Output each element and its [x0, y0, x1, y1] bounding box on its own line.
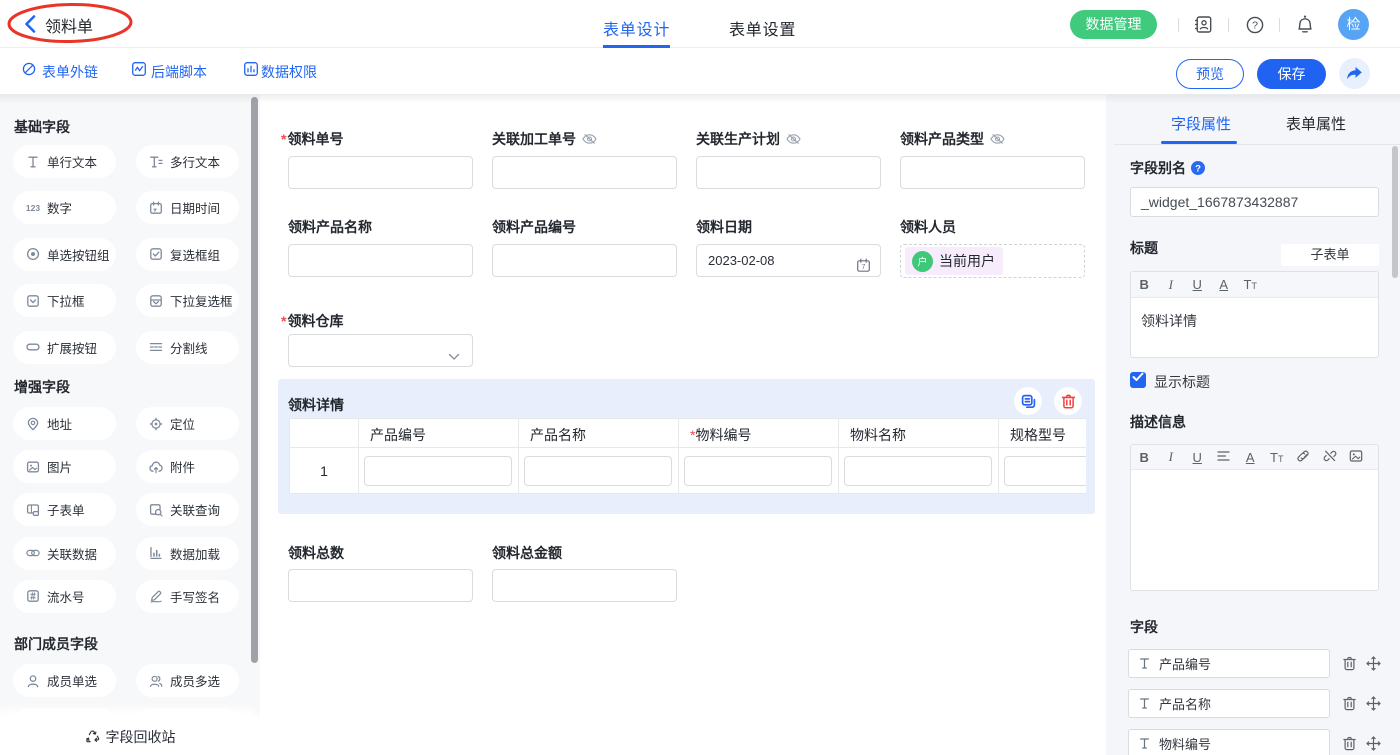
- svg-text:户: 户: [918, 255, 928, 268]
- svg-text:123: 123: [26, 203, 40, 213]
- svg-text:?: ?: [1195, 163, 1201, 174]
- svg-text:7: 7: [862, 264, 866, 271]
- svg-text:?: ?: [1252, 20, 1258, 32]
